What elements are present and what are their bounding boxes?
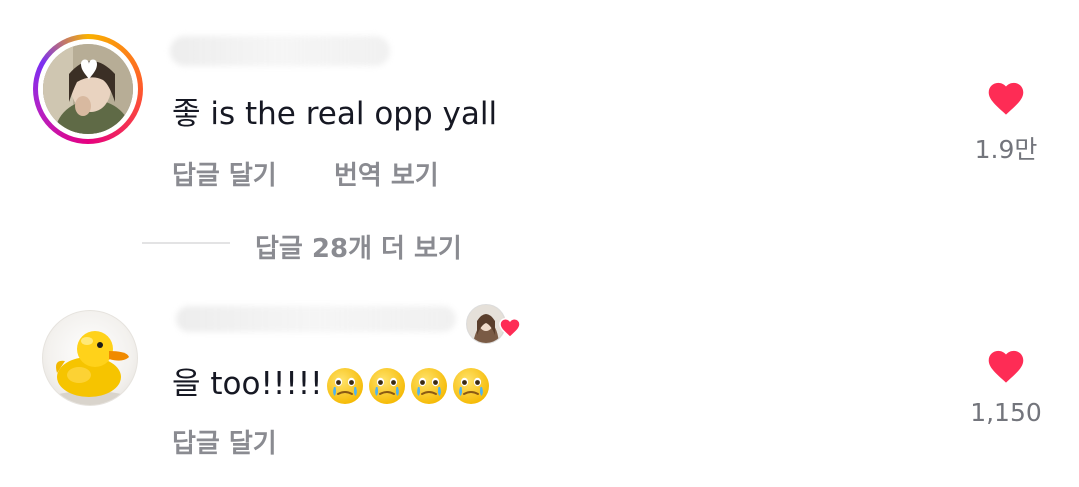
heart-icon[interactable] xyxy=(985,346,1027,384)
like-count: 1.9만 xyxy=(974,135,1038,164)
translate-button[interactable]: 번역 보기 xyxy=(334,155,439,192)
emoji-row xyxy=(323,366,491,404)
face-holding-back-tears-emoji xyxy=(368,367,405,404)
user-avatar-story-ring[interactable] xyxy=(33,34,143,144)
avatar-photo-image xyxy=(43,44,133,134)
creator-liked-heart-icon xyxy=(499,318,521,338)
face-holding-back-tears-emoji xyxy=(452,367,489,404)
comment-item: 을 too!!!!! 답글 달기 1,150 xyxy=(0,290,1079,487)
like-group: 1.9만 xyxy=(961,78,1051,166)
reply-button[interactable]: 답글 달기 xyxy=(172,423,277,460)
avatar xyxy=(43,44,133,134)
face-holding-back-tears-emoji xyxy=(410,367,447,404)
creator-liked-badge xyxy=(466,304,521,344)
comment-text: 을 too!!!!! xyxy=(172,364,491,406)
comment-text-content: 을 too!!!!! xyxy=(172,366,323,402)
replies-divider xyxy=(142,242,230,244)
rubber-duck-avatar-image xyxy=(50,331,130,405)
comment-item: 좋 is the real opp yall 답글 달기 번역 보기 1.9만 … xyxy=(0,0,1079,264)
comment-text: 좋 is the real opp yall xyxy=(172,96,498,132)
view-more-replies-button[interactable]: 답글 28개 더 보기 xyxy=(255,228,462,265)
username-redacted[interactable] xyxy=(176,306,456,332)
face-holding-back-tears-emoji xyxy=(326,367,363,404)
like-group: 1,150 xyxy=(961,346,1051,427)
username-redacted[interactable] xyxy=(170,36,390,66)
avatar[interactable] xyxy=(42,310,138,406)
like-count: 1,150 xyxy=(970,398,1042,427)
reply-button[interactable]: 답글 달기 xyxy=(172,155,277,192)
heart-icon[interactable] xyxy=(985,78,1027,116)
